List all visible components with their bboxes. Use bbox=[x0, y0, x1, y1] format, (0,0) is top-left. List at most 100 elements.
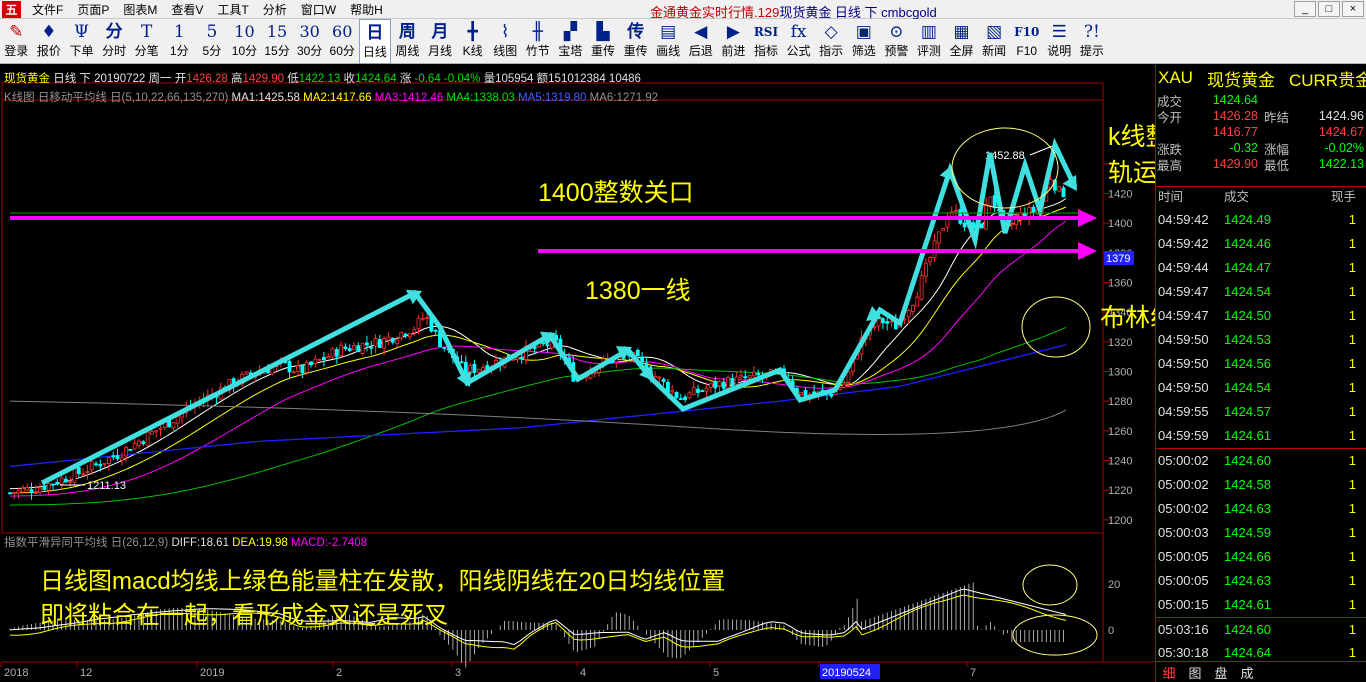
candle-body bbox=[403, 333, 408, 337]
side-tab-trades[interactable]: 成 bbox=[1234, 663, 1260, 682]
order-icon: Ψ bbox=[74, 22, 89, 42]
menu-page[interactable]: 页面P bbox=[70, 1, 116, 18]
toolbar-button-20[interactable]: ▤ 画线 bbox=[652, 19, 685, 64]
candle-body bbox=[906, 309, 911, 318]
tick-row: 05:00:02 1424.58 1 bbox=[1156, 472, 1366, 496]
candle-body bbox=[691, 387, 696, 396]
toolbar-button-6[interactable]: 5 5分 bbox=[196, 19, 229, 64]
toolbar-button-16[interactable]: ╫ 竹节 bbox=[522, 19, 555, 64]
toolbar-button-label: 登录 bbox=[4, 44, 29, 58]
info-amt-label: 额 bbox=[536, 73, 549, 85]
toolbar-button-12[interactable]: 周周线 bbox=[391, 19, 424, 64]
candle-body bbox=[334, 349, 339, 357]
kline-chart-panel[interactable]: 1420140013801360134013201300128012601240… bbox=[0, 65, 1325, 682]
candle-body bbox=[25, 487, 30, 491]
toolbar-button-26[interactable]: ▣ 筛选 bbox=[847, 19, 880, 64]
toolbar-button-24[interactable]: fx 公式 bbox=[782, 19, 815, 64]
menu-tools[interactable]: 工具T bbox=[210, 1, 255, 18]
toolbar-button-2[interactable]: Ψ 下单 bbox=[65, 19, 98, 64]
toolbar-button-label: 新闻 bbox=[982, 44, 1007, 58]
side-tab-depth[interactable]: 盘 bbox=[1208, 663, 1234, 682]
text-icon: T bbox=[141, 22, 153, 42]
toolbar-button-19[interactable]: 传重传 bbox=[619, 19, 652, 64]
annotation-macd-2: 即将粘合在一起，看形成金叉还是死叉 bbox=[40, 602, 448, 629]
candle-body bbox=[68, 480, 73, 483]
x-tick-label: 20190524 bbox=[822, 667, 871, 679]
toolbar-button-21[interactable]: ◀ 后退 bbox=[684, 19, 717, 64]
candle-body bbox=[661, 378, 666, 382]
toolbar-button-14[interactable]: ╋ K线 bbox=[456, 19, 489, 64]
menu-window[interactable]: 窗口W bbox=[294, 1, 343, 18]
menu-analysis[interactable]: 分析 bbox=[256, 1, 294, 18]
candle-body bbox=[700, 390, 705, 393]
fullscreen-icon: ▦ bbox=[953, 22, 970, 42]
side-tab-chart[interactable]: 图 bbox=[1182, 663, 1208, 682]
tick-row: 04:59:50 1424.54 1 bbox=[1156, 376, 1366, 400]
toolbar-button-29[interactable]: ▦ 全屏 bbox=[945, 19, 978, 64]
toolbar-button-18[interactable]: ▙ 重传 bbox=[587, 19, 620, 64]
minimize-button[interactable]: _ bbox=[1294, 1, 1316, 17]
toolbar-button-30[interactable]: ▧ 新闻 bbox=[978, 19, 1011, 64]
menu-file[interactable]: 文件F bbox=[25, 1, 70, 18]
text-icon: 1 bbox=[173, 22, 185, 42]
info-high: 1429.90 bbox=[242, 73, 285, 85]
toolbar-button-22[interactable]: ▶ 前进 bbox=[717, 19, 750, 64]
bar-icon: ╫ bbox=[532, 22, 543, 42]
toolbar-button-4[interactable]: T 分笔 bbox=[130, 19, 163, 64]
toolbar-button-23[interactable]: RSI 指标 bbox=[750, 19, 783, 64]
tick-p: 1424.61 bbox=[1224, 597, 1271, 613]
toolbar-button-11[interactable]: 日日线 bbox=[358, 19, 392, 64]
toolbar-button-9[interactable]: 30 30分 bbox=[293, 19, 326, 64]
candle-body bbox=[670, 390, 675, 393]
quote-v2: 1424.96 bbox=[1318, 109, 1364, 123]
tick-row: 05:03:16 1424.60 1 bbox=[1156, 616, 1366, 641]
side-tab-detail[interactable]: 细 bbox=[1156, 663, 1182, 682]
candle-body bbox=[635, 349, 640, 357]
text-icon: 15 bbox=[266, 22, 288, 41]
tick-t: 04:59:42 bbox=[1158, 235, 1209, 251]
tick-t: 04:59:50 bbox=[1158, 380, 1209, 396]
quote-k2: 最低 bbox=[1264, 158, 1290, 173]
menu-view[interactable]: 查看V bbox=[164, 1, 210, 18]
toolbar-button-8[interactable]: 15 15分 bbox=[261, 19, 294, 64]
toolbar-button-28[interactable]: ▥ 评测 bbox=[913, 19, 946, 64]
info-symbol: 现货黄金 bbox=[4, 73, 50, 85]
toolbar-button-33[interactable]: ?! 提示 bbox=[1076, 19, 1109, 64]
toolbar-button-32[interactable]: ☰ 说明 bbox=[1043, 19, 1076, 64]
candle-body bbox=[919, 275, 924, 300]
x-tick-label: 12 bbox=[80, 667, 92, 679]
menu-help[interactable]: 帮助H bbox=[343, 1, 390, 18]
candle-body bbox=[472, 363, 477, 374]
tick-p: 1424.47 bbox=[1224, 259, 1271, 275]
level-1400-arrowhead bbox=[1078, 209, 1097, 227]
toolbar-button-31[interactable]: F10 F10 bbox=[1010, 19, 1043, 64]
toolbar-button-3[interactable]: 分分时 bbox=[98, 19, 131, 64]
toolbar-button-13[interactable]: 月月线 bbox=[424, 19, 457, 64]
candle-body bbox=[390, 337, 395, 343]
candle-body bbox=[407, 333, 412, 338]
close-button[interactable]: × bbox=[1342, 1, 1364, 17]
toolbar-button-25[interactable]: ◇ 指示 bbox=[815, 19, 848, 64]
toolbar-button-5[interactable]: 1 1分 bbox=[163, 19, 196, 64]
candle-body bbox=[399, 332, 404, 339]
tick-n: 1 bbox=[1348, 597, 1356, 613]
level-1380-arrowhead bbox=[1078, 242, 1097, 260]
tick-row: 04:59:44 1424.47 1 bbox=[1156, 255, 1366, 279]
tick-p: 1424.60 bbox=[1224, 621, 1271, 637]
toolbar-button-7[interactable]: 10 10分 bbox=[228, 19, 261, 64]
quote-grid: 成交 1424.64 今开 1426.28 昨结 1424.96 1416.77 1424.6… bbox=[1156, 92, 1366, 173]
toolbar-button-0[interactable]: ✎ 登录 bbox=[0, 19, 33, 64]
toolbar-button-10[interactable]: 60 60分 bbox=[326, 19, 359, 64]
info-extra: 10486 bbox=[608, 73, 641, 85]
tick-p: 1424.49 bbox=[1224, 211, 1271, 227]
restore-button[interactable]: □ bbox=[1318, 1, 1340, 17]
candle-body bbox=[364, 342, 369, 346]
toolbar-button-label: 宝塔 bbox=[558, 44, 583, 58]
toolbar-button-17[interactable]: ▞ 宝塔 bbox=[554, 19, 587, 64]
toolbar-button-27[interactable]: ⊙ 预警 bbox=[880, 19, 913, 64]
toolbar-button-1[interactable]: ♦ 报价 bbox=[33, 19, 66, 64]
menu-chart[interactable]: 图表M bbox=[116, 1, 164, 18]
candle-body bbox=[730, 378, 735, 386]
toolbar-button-15[interactable]: ⌇ 线图 bbox=[489, 19, 522, 64]
toolbar-button-label: 提示 bbox=[1079, 44, 1104, 58]
